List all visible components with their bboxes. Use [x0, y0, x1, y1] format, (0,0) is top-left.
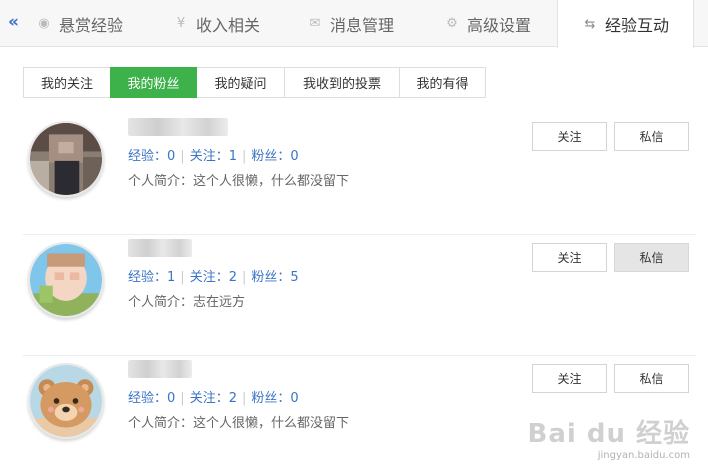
fans-value: 0: [290, 391, 299, 406]
subtab-my-fans[interactable]: 我的粉丝: [110, 67, 197, 98]
subtab-my-follows[interactable]: 我的关注: [23, 67, 111, 98]
watermark-logo: Bai du 经验: [527, 419, 690, 449]
tab-bounty-experience[interactable]: ◉ 悬赏经验: [36, 0, 123, 47]
exp-value: 1: [167, 270, 176, 285]
bear-avatar-image: [30, 365, 102, 437]
subtab-received-votes[interactable]: 我收到的投票: [284, 67, 400, 98]
sub-tabs: 我的关注 我的粉丝 我的疑问 我收到的投票 我的有得: [23, 67, 486, 98]
mail-icon: ✉: [309, 16, 321, 31]
gear-icon: ⚙: [446, 16, 458, 31]
baidu-jingyan-watermark: Bai du 经验 jingyan.baidu.com: [528, 413, 691, 461]
username-blurred[interactable]: [128, 360, 192, 378]
swap-icon: ⇆: [584, 16, 596, 32]
fans-label: 粉丝：: [251, 149, 291, 164]
coin-icon: ◉: [38, 16, 50, 31]
collapse-sidebar-icon[interactable]: «: [8, 12, 19, 32]
follow-button[interactable]: 关注: [532, 122, 607, 151]
avatar-image: [30, 244, 102, 316]
exp-label: 经验：: [128, 270, 168, 285]
user-bio: 个人简介：这个人很懒，什么都没留下: [128, 416, 350, 431]
user-stats: 经验：0 | 关注：1 | 粉丝：0: [128, 149, 299, 164]
tab-label: 消息管理: [330, 15, 395, 35]
fans-label: 粉丝：: [251, 270, 291, 285]
fans-value: 5: [290, 270, 299, 285]
follow-value: 2: [228, 270, 237, 285]
fan-list-item: 经验：0 | 关注：1 | 粉丝：0 个人简介：这个人很懒，什么都没留下 关注 私信: [23, 115, 696, 235]
follow-value: 2: [228, 391, 237, 406]
user-bio: 个人简介：这个人很懒，什么都没留下: [128, 174, 350, 189]
fan-list-item: 经验：1 | 关注：2 | 粉丝：5 个人简介：志在远方 关注 私信: [23, 236, 696, 356]
username-blurred[interactable]: [128, 118, 228, 136]
tab-income[interactable]: ¥ 收入相关: [173, 0, 260, 47]
message-button[interactable]: 私信: [614, 243, 689, 272]
message-button[interactable]: 私信: [614, 122, 689, 151]
tab-advanced-settings[interactable]: ⚙ 高级设置: [444, 0, 531, 47]
avatar[interactable]: [28, 121, 104, 197]
fans-value: 0: [290, 149, 299, 164]
subtab-my-questions[interactable]: 我的疑问: [196, 67, 285, 98]
follow-value: 1: [228, 149, 237, 164]
avatar-image: [30, 123, 102, 195]
subtab-my-gains[interactable]: 我的有得: [399, 67, 486, 98]
tab-label: 经验互动: [604, 16, 669, 35]
user-stats: 经验：1 | 关注：2 | 粉丝：5: [128, 270, 299, 285]
exp-label: 经验：: [128, 149, 168, 164]
exp-value: 0: [167, 149, 176, 164]
watermark-url: jingyan.baidu.com: [597, 450, 690, 461]
tab-label: 高级设置: [467, 15, 532, 35]
user-bio: 个人简介：志在远方: [128, 295, 246, 310]
yen-icon: ¥: [176, 16, 186, 31]
follow-label: 关注：: [189, 149, 229, 164]
avatar[interactable]: [28, 242, 104, 318]
username-blurred[interactable]: [128, 239, 192, 257]
follow-button[interactable]: 关注: [532, 243, 607, 272]
exp-value: 0: [167, 391, 176, 406]
tab-messages[interactable]: ✉ 消息管理: [307, 0, 394, 47]
tab-label: 悬赏经验: [59, 15, 124, 35]
message-button[interactable]: 私信: [614, 364, 689, 393]
follow-label: 关注：: [189, 270, 229, 285]
tab-experience-interaction[interactable]: ⇆ 经验互动: [557, 0, 694, 48]
avatar[interactable]: [28, 363, 104, 439]
tab-label: 收入相关: [196, 15, 261, 35]
follow-button[interactable]: 关注: [532, 364, 607, 393]
user-stats: 经验：0 | 关注：2 | 粉丝：0: [128, 391, 299, 406]
fans-label: 粉丝：: [251, 391, 291, 406]
follow-label: 关注：: [189, 391, 229, 406]
exp-label: 经验：: [128, 391, 168, 406]
top-nav-bar: « ◉ 悬赏经验 ¥ 收入相关 ✉ 消息管理 ⚙ 高级设置 ⇆ 经验互动: [0, 0, 708, 48]
